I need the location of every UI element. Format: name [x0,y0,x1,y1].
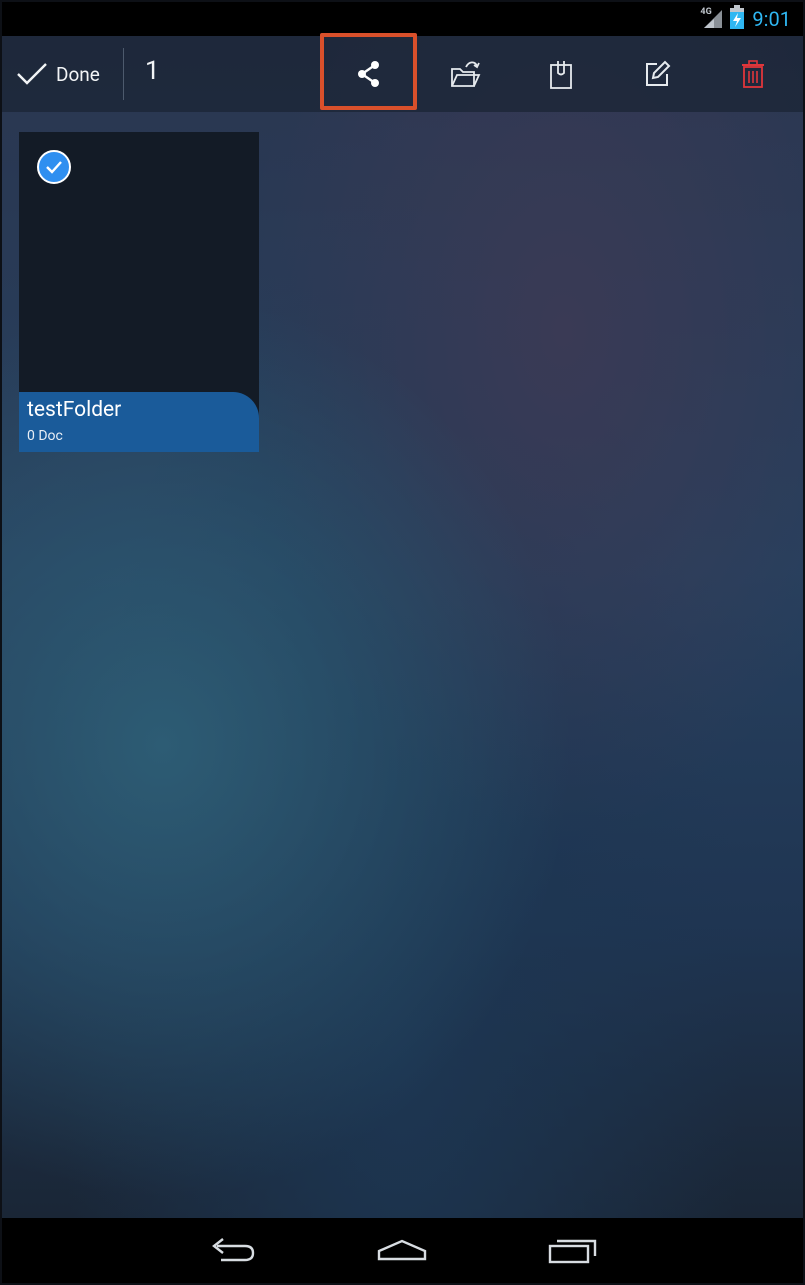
status-icons: 4G 9:01 [700,5,791,33]
status-bar: 4G 9:01 [2,2,803,36]
back-button[interactable] [202,1232,262,1268]
share-icon [358,61,379,87]
folder-tile[interactable]: testFolder 0 Doc [19,132,259,452]
move-button[interactable] [443,54,487,94]
action-bar-divider [123,48,124,100]
contextual-action-bar: Done 1 [2,33,803,112]
checkmark-icon [17,63,47,85]
back-icon [212,1238,255,1262]
signal-icon: 4G [700,7,724,30]
home-button[interactable] [372,1232,432,1268]
move-folder-icon [451,61,481,87]
done-button[interactable]: Done [16,54,100,94]
folder-info: testFolder 0 Doc [19,392,259,452]
done-label: Done [56,62,100,86]
recents-button[interactable] [543,1232,603,1268]
device-screen: 4G 9:01 Done 1 testFolder 0 Doc [2,2,803,1283]
edit-icon [646,60,671,86]
battery-icon [730,5,745,33]
clock: 9:01 [752,7,791,31]
selected-count: 1 [145,56,160,86]
trash-icon [742,60,764,88]
delete-button[interactable] [731,54,775,94]
selected-check-icon[interactable] [37,150,71,184]
home-icon [377,1239,427,1261]
share-button[interactable] [347,54,391,94]
main-content: Done 1 testFolder 0 Doc [2,33,803,1218]
folder-name: testFolder [27,398,122,422]
recents-icon [548,1239,597,1264]
network-type: 4G [700,7,712,17]
clip-button[interactable] [539,54,583,94]
clipboard-icon [550,61,572,89]
folder-doc-count: 0 Doc [27,428,63,444]
navigation-bar [2,1218,803,1283]
rename-button[interactable] [635,54,679,94]
